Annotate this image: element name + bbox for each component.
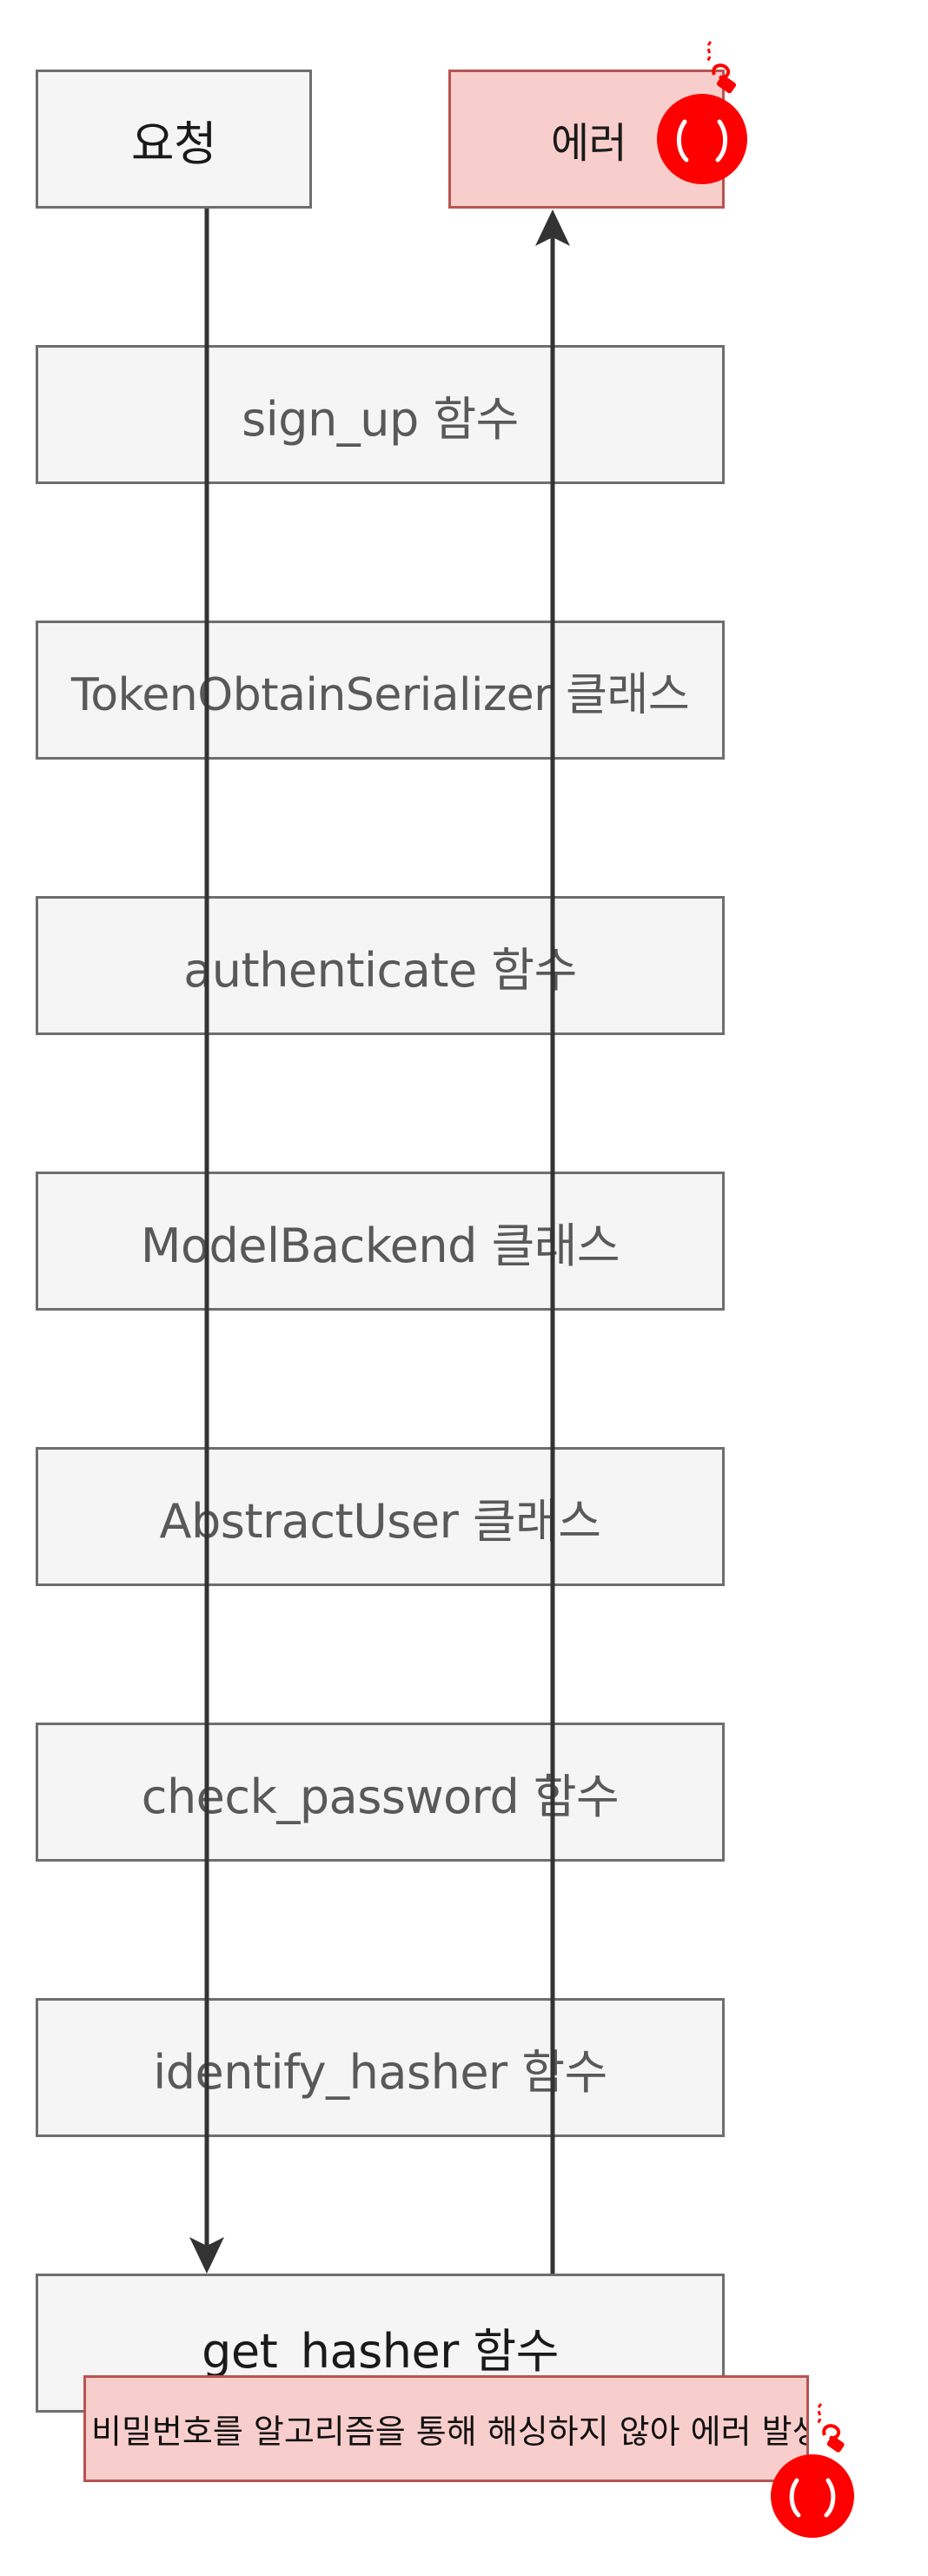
bomb-icon bbox=[657, 40, 747, 184]
bomb-icon bbox=[771, 2402, 854, 2538]
flow-arrows bbox=[189, 209, 570, 2274]
